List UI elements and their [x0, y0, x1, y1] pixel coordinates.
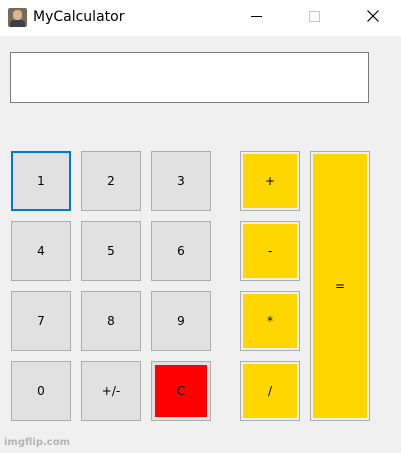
window-title: MyCalculator [33, 9, 125, 25]
calculator-window: MyCalculator 1 2 3 + 4 5 6 - 7 8 9 * 0 + [0, 0, 401, 453]
minus-button[interactable]: - [240, 221, 300, 281]
key-5-button[interactable]: 5 [81, 221, 141, 281]
maximize-button[interactable] [291, 0, 337, 33]
key-0-button[interactable]: 0 [11, 361, 71, 421]
minimize-icon [251, 16, 262, 17]
display-input[interactable] [10, 52, 369, 103]
plus-button[interactable]: + [240, 151, 300, 211]
minimize-button[interactable] [233, 0, 279, 33]
key-7-button[interactable]: 7 [11, 291, 71, 351]
key-4-button[interactable]: 4 [11, 221, 71, 281]
negate-button[interactable]: +/- [81, 361, 141, 421]
key-9-button[interactable]: 9 [151, 291, 211, 351]
key-1-button[interactable]: 1 [11, 151, 71, 211]
divide-button[interactable]: / [240, 361, 300, 421]
title-bar[interactable]: MyCalculator [0, 0, 401, 36]
multiply-button[interactable]: * [240, 291, 300, 351]
key-8-button[interactable]: 8 [81, 291, 141, 351]
maximize-icon [309, 11, 320, 22]
clear-button[interactable]: C [151, 361, 211, 421]
key-6-button[interactable]: 6 [151, 221, 211, 281]
user-photo-icon [8, 8, 27, 27]
equals-button[interactable]: = [310, 151, 370, 421]
close-button[interactable] [350, 0, 396, 33]
close-icon [367, 10, 379, 22]
key-2-button[interactable]: 2 [81, 151, 141, 211]
watermark: imgflip.com [4, 437, 71, 448]
key-3-button[interactable]: 3 [151, 151, 211, 211]
